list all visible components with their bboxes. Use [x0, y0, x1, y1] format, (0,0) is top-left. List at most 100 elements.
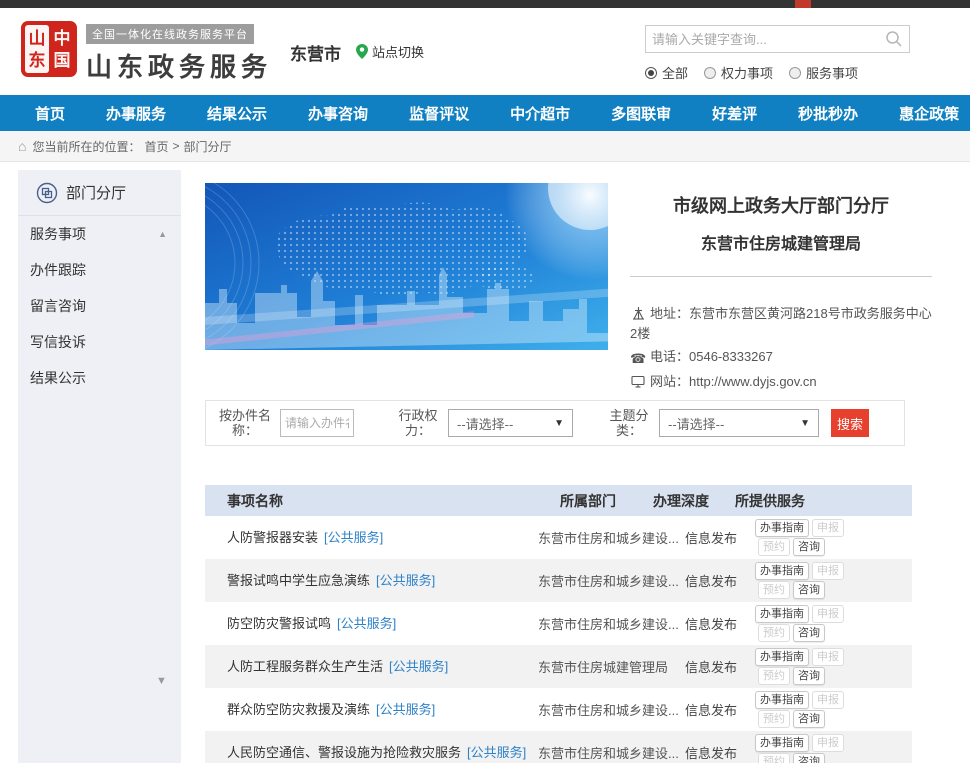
address-line: 地址：东营市东营区黄河路218号市政务服务中心2楼 — [630, 305, 932, 343]
nav-item[interactable]: 中介超市 — [510, 103, 570, 124]
guide-button[interactable]: 办事指南 — [755, 562, 809, 580]
scope-radio-option[interactable]: 全部 — [645, 63, 688, 82]
public-service-tag-link[interactable]: [公共服务] — [376, 573, 435, 588]
banner-image — [205, 183, 608, 350]
platform-badge: 全国一体化在线政务服务平台 — [86, 24, 254, 44]
scope-radio-option[interactable]: 权力事项 — [704, 63, 773, 82]
apply-button[interactable]: 申报 — [812, 648, 844, 666]
guide-button[interactable]: 办事指南 — [755, 519, 809, 537]
item-name: 人民防空通信、警报设施为抢险救灾服务 — [227, 745, 461, 760]
book-button[interactable]: 预约 — [758, 667, 790, 685]
consult-button[interactable]: 咨询 — [793, 753, 825, 763]
department-hall-icon — [36, 182, 58, 204]
sidebar-item-label: 结果公示 — [30, 368, 86, 388]
radio-icon[interactable] — [704, 67, 716, 79]
item-department: 东营市住房和城乡建设... — [538, 700, 685, 719]
nav-item[interactable]: 秒批秒办 — [798, 103, 858, 124]
keyword-search-box — [645, 25, 910, 53]
nav-item[interactable]: 办事服务 — [106, 103, 166, 124]
radio-icon[interactable] — [789, 67, 801, 79]
search-button[interactable]: 搜索 — [831, 409, 869, 437]
breadcrumb-home-link[interactable]: 首页 — [144, 138, 168, 155]
consult-button[interactable]: 咨询 — [793, 624, 825, 642]
hall-title: 市级网上政务大厅部门分厅 — [630, 192, 932, 218]
location-pin-icon — [356, 44, 368, 59]
nav-item[interactable]: 惠企政策 — [899, 103, 959, 124]
power-label: 行政权力： — [394, 408, 442, 438]
item-depth: 信息发布 — [685, 657, 755, 676]
nav-item[interactable]: 结果公示 — [207, 103, 267, 124]
book-button[interactable]: 预约 — [758, 624, 790, 642]
public-service-tag-link[interactable]: [公共服务] — [337, 616, 396, 631]
guide-button[interactable]: 办事指南 — [755, 734, 809, 752]
book-button[interactable]: 预约 — [758, 753, 790, 763]
breadcrumb-current: 部门分厅 — [184, 138, 232, 155]
book-button[interactable]: 预约 — [758, 710, 790, 728]
apply-button[interactable]: 申报 — [812, 734, 844, 752]
sidebar-menu: 服务事项 ▲ 办件跟踪 留言咨询 写信投诉 — [18, 216, 181, 396]
public-service-tag-link[interactable]: [公共服务] — [389, 659, 448, 674]
keyword-search-input[interactable] — [652, 32, 885, 47]
nav-item[interactable]: 首页 — [35, 103, 65, 124]
col-header-name: 事项名称 — [205, 491, 560, 511]
table-header: 事项名称 所属部门 办理深度 所提供服务 — [205, 485, 912, 516]
item-actions: 办事指南 申报 预约 咨询 — [755, 561, 912, 600]
public-service-tag-link[interactable]: [公共服务] — [467, 745, 526, 760]
sidebar-item[interactable]: 留言咨询 — [18, 288, 181, 324]
item-name-cell: 防空防灾警报试鸣 [公共服务] — [205, 615, 538, 633]
search-scope-radios: 全部 权力事项 服务事项 — [645, 63, 910, 82]
site-header: 山 东 中 国 全国一体化在线政务服务平台 山东政务服务 东营市 站点切换 — [0, 8, 970, 95]
site-title: 山东政务服务 — [86, 47, 272, 84]
scroll-down-arrow[interactable]: ▼ — [156, 675, 167, 687]
apply-button[interactable]: 申报 — [812, 562, 844, 580]
scope-label: 权力事项 — [721, 63, 773, 82]
consult-button[interactable]: 咨询 — [793, 538, 825, 556]
apply-button[interactable]: 申报 — [812, 605, 844, 623]
nav-item[interactable]: 多图联审 — [611, 103, 671, 124]
shandong-seal-logo: 山 东 中 国 — [20, 20, 78, 78]
public-service-tag-link[interactable]: [公共服务] — [376, 702, 435, 717]
item-department: 东营市住房和城乡建设... — [538, 614, 685, 633]
website-line: 网站：http://www.dyjs.gov.cn — [630, 373, 932, 393]
apply-button[interactable]: 申报 — [812, 519, 844, 537]
item-name: 人防工程服务群众生产生活 — [227, 659, 383, 674]
item-name-input[interactable] — [280, 409, 354, 437]
item-department: 东营市住房和城乡建设... — [538, 743, 685, 762]
topic-select[interactable]: --请选择-- ▼ — [659, 409, 819, 437]
item-name: 防空防灾警报试鸣 — [227, 616, 331, 631]
power-select[interactable]: --请选择-- ▼ — [448, 409, 573, 437]
item-depth: 信息发布 — [685, 528, 755, 547]
consult-button[interactable]: 咨询 — [793, 667, 825, 685]
consult-button[interactable]: 咨询 — [793, 581, 825, 599]
scope-radio-option[interactable]: 服务事项 — [789, 63, 858, 82]
sidebar-item[interactable]: 办件跟踪 — [18, 252, 181, 288]
nav-item[interactable]: 办事咨询 — [308, 103, 368, 124]
top-dark-bar — [0, 0, 970, 8]
search-icon[interactable] — [885, 30, 903, 48]
sidebar-item[interactable]: 结果公示 — [18, 360, 181, 396]
sidebar-item[interactable]: 写信投诉 — [18, 324, 181, 360]
guide-button[interactable]: 办事指南 — [755, 691, 809, 709]
nav-item[interactable]: 监督评议 — [409, 103, 469, 124]
item-depth: 信息发布 — [685, 571, 755, 590]
site-switch-link[interactable]: 站点切换 — [356, 42, 424, 61]
book-button[interactable]: 预约 — [758, 581, 790, 599]
guide-button[interactable]: 办事指南 — [755, 648, 809, 666]
apply-button[interactable]: 申报 — [812, 691, 844, 709]
item-name-cell: 人民防空通信、警报设施为抢险救灾服务 [公共服务] — [205, 744, 538, 762]
website-value: http://www.dyjs.gov.cn — [689, 374, 817, 389]
item-depth: 信息发布 — [685, 614, 755, 633]
book-button[interactable]: 预约 — [758, 538, 790, 556]
sidebar-item-label: 留言咨询 — [30, 296, 86, 316]
table-row: 人民防空通信、警报设施为抢险救灾服务[公共服务] 东营市住房和城乡建设... 信… — [205, 731, 912, 763]
guide-button[interactable]: 办事指南 — [755, 605, 809, 623]
radio-icon[interactable] — [645, 67, 657, 79]
collapse-arrow-icon: ▲ — [158, 229, 167, 239]
sidebar-item[interactable]: 服务事项 ▲ — [18, 216, 181, 252]
public-service-tag-link[interactable]: [公共服务] — [324, 530, 383, 545]
item-name-cell: 人防工程服务群众生产生活 [公共服务] — [205, 658, 538, 676]
home-icon: ⌂ — [18, 138, 26, 154]
table-row: 人防工程服务群众生产生活[公共服务] 东营市住房城建管理局 信息发布 办事指南 … — [205, 645, 912, 688]
nav-item[interactable]: 好差评 — [712, 103, 757, 124]
consult-button[interactable]: 咨询 — [793, 710, 825, 728]
